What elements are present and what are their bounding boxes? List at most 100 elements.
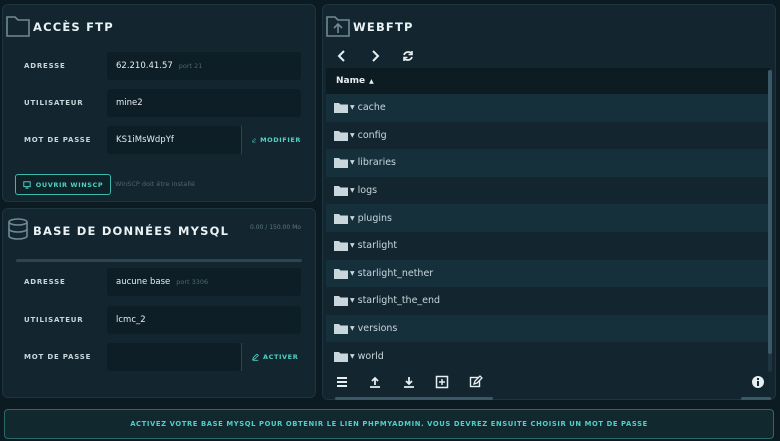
edit-icon [252, 137, 257, 142]
file-name: config [357, 129, 387, 141]
caret-down-icon: ▼ [350, 104, 355, 112]
folder-icon [334, 241, 348, 252]
open-winscp-button[interactable]: Ouvrir WinSCP [15, 174, 111, 195]
mysql-notice: Activez votre base MySQL pour obtenir le… [4, 409, 774, 439]
file-name: starlight_nether [357, 267, 434, 279]
file-list-header[interactable]: Name ▲ [326, 68, 770, 94]
winscp-note: WinSCP doit être installé [115, 180, 195, 188]
file-name: libraries [357, 157, 397, 169]
file-name: versions [357, 323, 398, 335]
ftp-panel-header: Accès FTP [3, 5, 315, 49]
file-row[interactable]: ▼ cache [326, 94, 770, 122]
modify-password-button[interactable]: Modifier [241, 126, 301, 154]
folder-icon [6, 16, 30, 37]
file-name: plugins [357, 212, 392, 224]
horizontal-scrollbar[interactable] [335, 397, 493, 400]
ftp-address-field[interactable]: 62.210.41.57 port 21 [107, 52, 301, 80]
file-row[interactable]: ▼ world [326, 342, 770, 370]
column-name: Name [336, 76, 366, 86]
mysql-user-value: lcmc_2 [116, 315, 146, 325]
folder-icon [334, 130, 348, 141]
mysql-address-label: Adresse [24, 278, 66, 286]
ftp-user-field[interactable]: mine2 [107, 89, 301, 117]
ftp-title: Accès FTP [33, 20, 114, 34]
mysql-password-label: Mot de passe [24, 353, 92, 361]
caret-down-icon: ▼ [350, 352, 355, 360]
file-row[interactable]: ▼ logs [326, 176, 770, 205]
caret-down-icon: ▼ [350, 131, 355, 139]
caret-down-icon: ▼ [350, 269, 355, 277]
modify-label: Modifier [260, 136, 301, 144]
refresh-icon[interactable] [402, 50, 414, 62]
ftp-password-row: Mot de passe KS1iMsWdpYf Modifier [12, 125, 301, 155]
mysql-address-field[interactable]: aucune base port 3306 [107, 268, 301, 296]
mysql-address-row: Adresse aucune base port 3306 [12, 267, 301, 297]
ftp-password-label: Mot de passe [24, 136, 92, 144]
folder-icon [334, 213, 348, 224]
folder-upload-icon [326, 16, 350, 37]
back-icon[interactable] [336, 50, 348, 62]
forward-icon[interactable] [369, 50, 381, 62]
menu-icon[interactable] [335, 375, 349, 389]
caret-down-icon: ▼ [350, 159, 355, 167]
monitor-icon [23, 180, 31, 189]
file-name: logs [357, 185, 378, 197]
file-row[interactable]: ▼ plugins [326, 204, 770, 232]
file-row[interactable]: ▼ starlight_nether [326, 259, 770, 288]
mysql-address-value: aucune base [116, 277, 171, 287]
mysql-notice-text: Activez votre base MySQL pour obtenir le… [130, 420, 648, 428]
mysql-panel-header: Base de données MySQL [3, 209, 315, 253]
db-usage-bar [16, 259, 302, 262]
new-folder-icon[interactable] [435, 375, 449, 389]
file-name: cache [357, 102, 386, 114]
info-icon[interactable] [751, 375, 765, 389]
edit-icon[interactable] [469, 375, 483, 389]
database-icon [8, 218, 28, 240]
file-name: world [357, 350, 384, 362]
file-list: ▼ cache ▼ config ▼ libraries ▼ logs ▼ plugins ▼ sta… [326, 94, 770, 370]
folder-icon [334, 158, 348, 169]
mysql-password-field[interactable] [107, 343, 241, 371]
scrollbar-thumb[interactable] [768, 70, 772, 354]
ftp-address-port: port 21 [178, 62, 203, 70]
caret-down-icon: ▼ [350, 214, 355, 222]
mysql-user-field[interactable]: lcmc_2 [107, 306, 301, 334]
file-row[interactable]: ▼ versions [326, 314, 770, 343]
mysql-password-row: Mot de passe Activer [12, 342, 301, 372]
ftp-password-field[interactable]: KS1iMsWdpYf [107, 126, 241, 154]
file-name: starlight_the_end [357, 295, 441, 307]
download-icon[interactable] [402, 375, 416, 389]
sort-asc-icon: ▲ [369, 77, 374, 85]
webftp-title: WebFTP [353, 20, 414, 34]
ftp-address-value: 62.210.41.57 [116, 61, 173, 71]
caret-down-icon: ▼ [350, 187, 355, 195]
mysql-user-row: Utilisateur lcmc_2 [12, 305, 301, 335]
activate-label: Activer [263, 353, 299, 361]
mysql-address-port: port 3306 [176, 278, 209, 286]
folder-icon [334, 351, 348, 362]
db-size: 0.00 / 150.00 Mo [250, 224, 301, 231]
ftp-user-row: Utilisateur mine2 [12, 88, 301, 118]
file-row[interactable]: ▼ starlight_the_end [326, 287, 770, 315]
ftp-user-label: Utilisateur [24, 99, 84, 107]
activate-mysql-button[interactable]: Activer [241, 343, 301, 371]
folder-icon [334, 186, 348, 197]
folder-icon [334, 103, 348, 114]
folder-icon [334, 324, 348, 335]
file-name: starlight [357, 240, 398, 252]
folder-icon [334, 268, 348, 279]
ftp-address-row: Adresse 62.210.41.57 port 21 [12, 51, 301, 81]
file-row[interactable]: ▼ config [326, 121, 770, 150]
caret-down-icon: ▼ [350, 297, 355, 305]
caret-down-icon: ▼ [350, 325, 355, 333]
mysql-user-label: Utilisateur [24, 316, 84, 324]
file-row[interactable]: ▼ libraries [326, 149, 770, 177]
mysql-title: Base de données MySQL [33, 224, 230, 238]
file-row[interactable]: ▼ starlight [326, 231, 770, 260]
horizontal-scrollbar-end[interactable] [741, 397, 771, 400]
webftp-panel-header: WebFTP [323, 5, 775, 49]
upload-icon[interactable] [368, 375, 382, 389]
folder-icon [334, 296, 348, 307]
winscp-label: Ouvrir WinSCP [35, 180, 104, 189]
vertical-scrollbar[interactable] [768, 70, 772, 372]
